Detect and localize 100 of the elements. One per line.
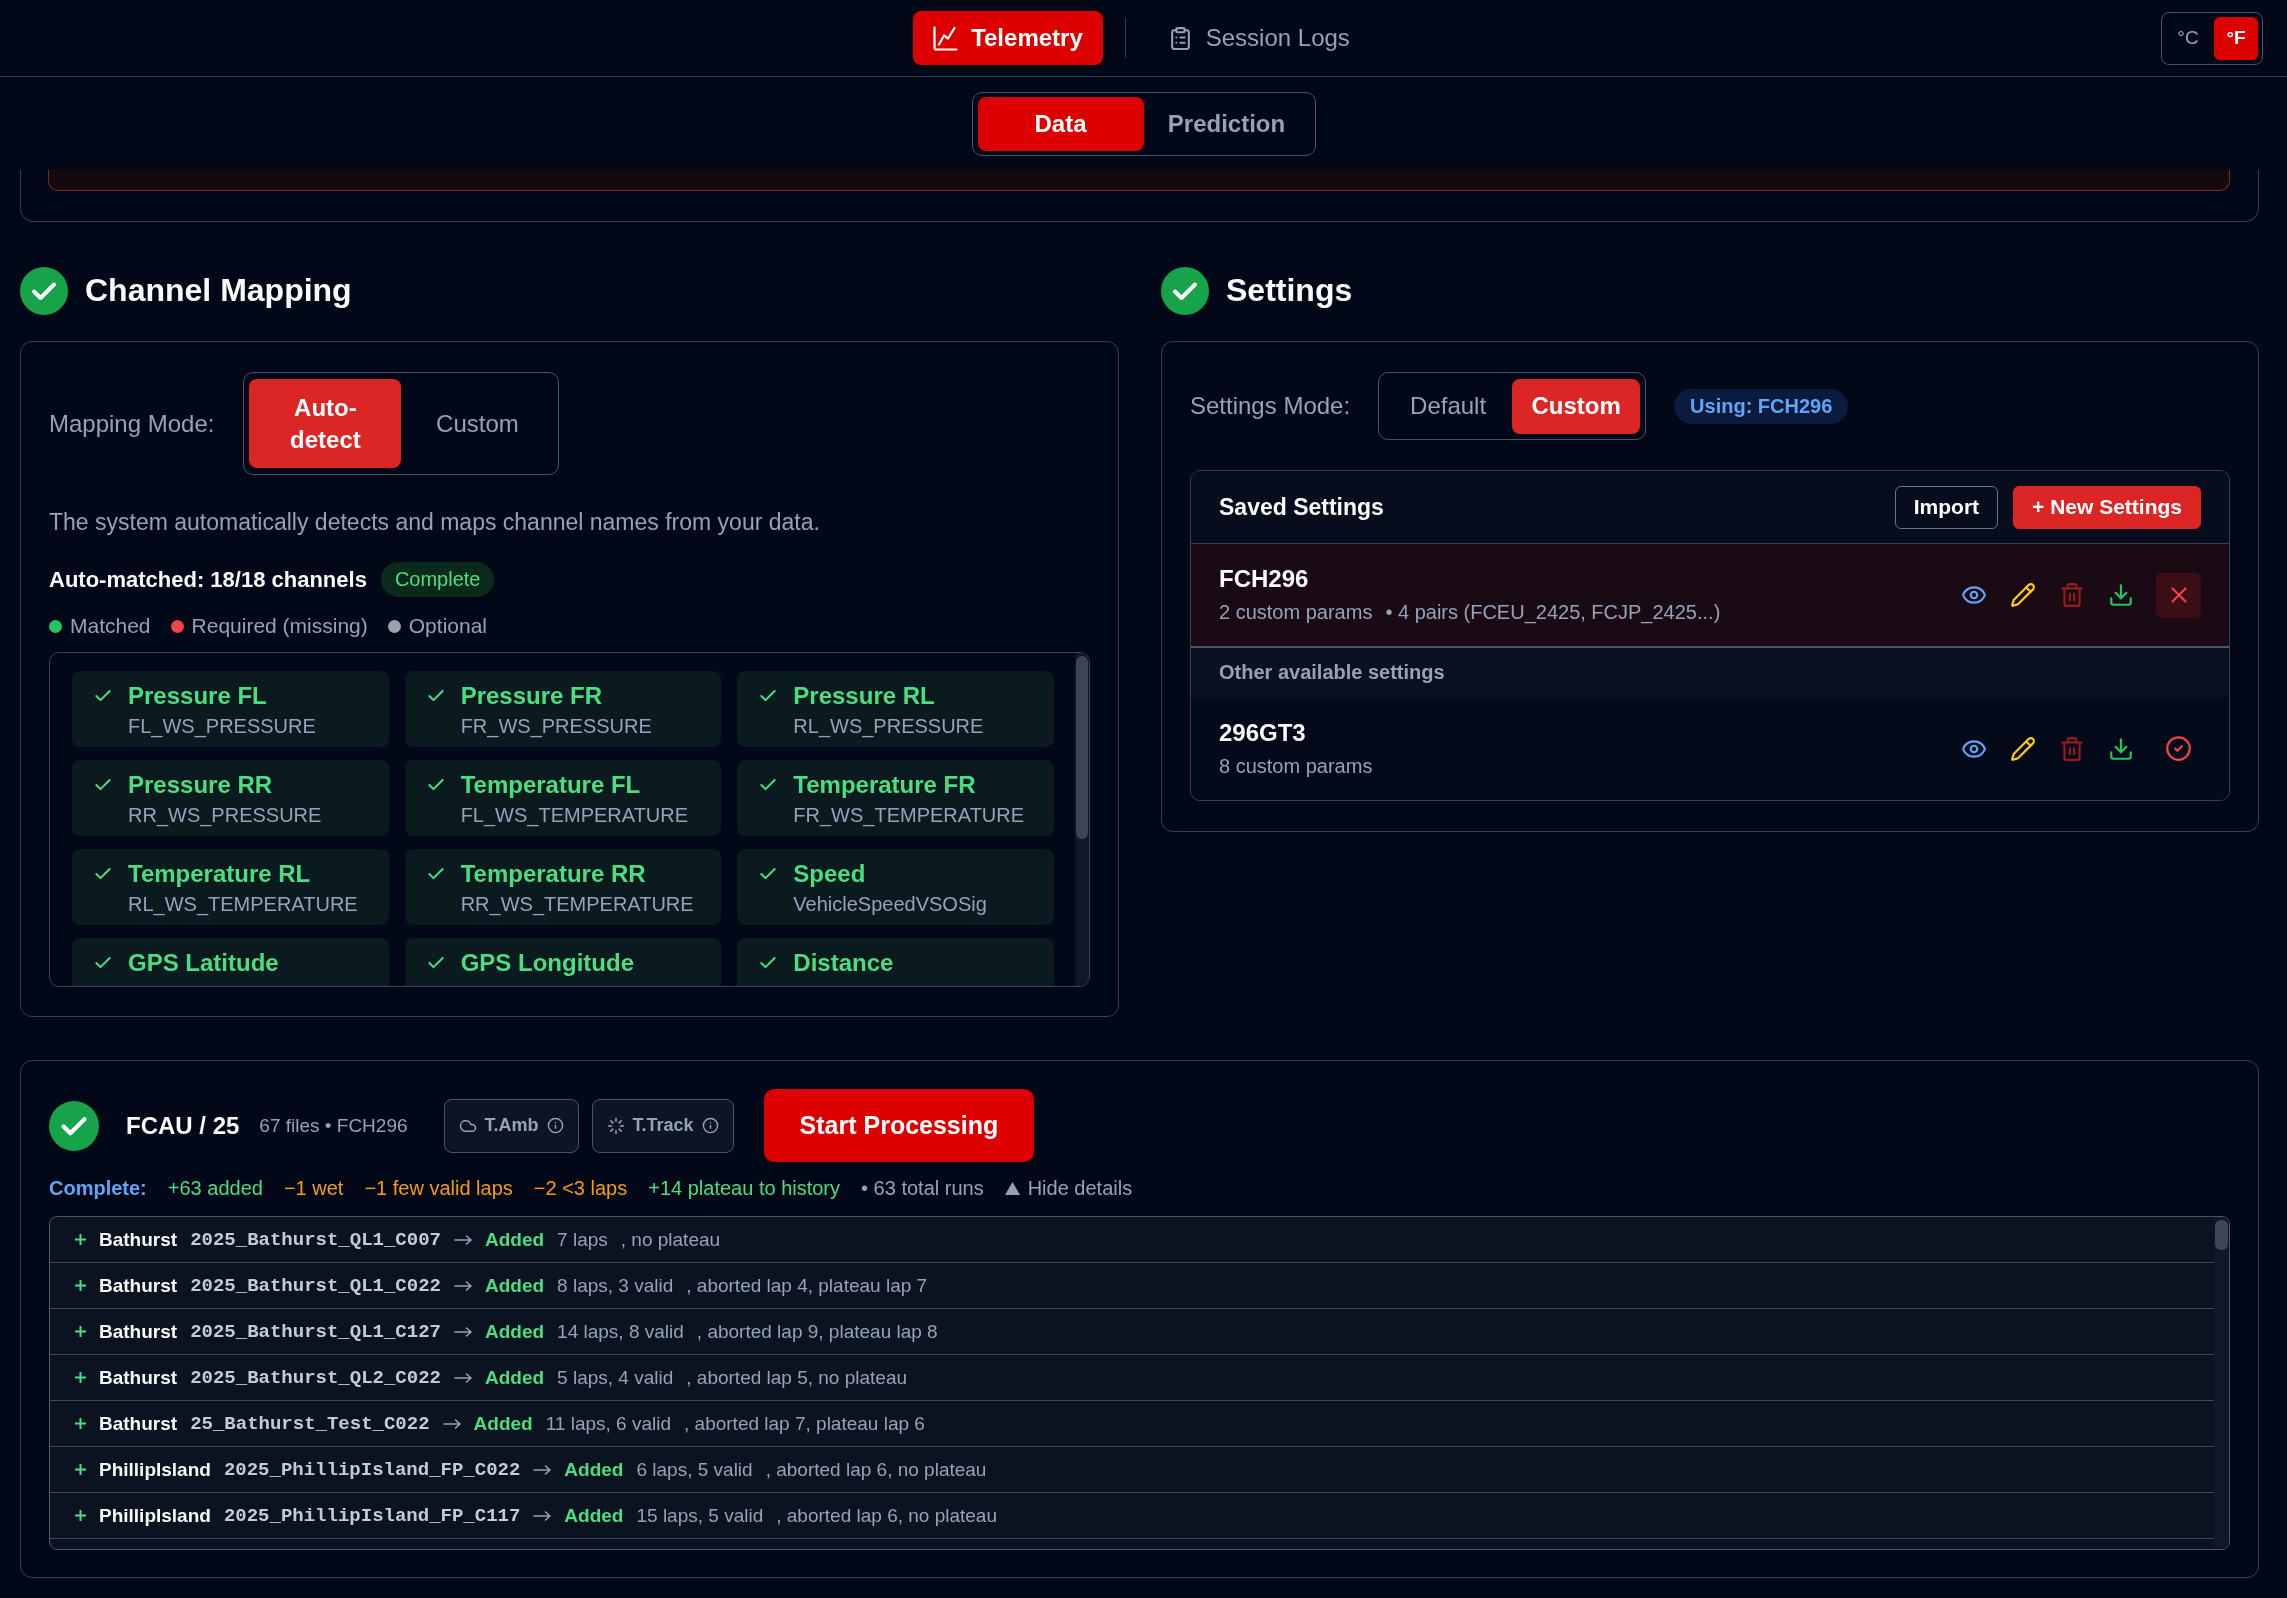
channel-source: FR_WS_PRESSURE bbox=[460, 714, 653, 739]
file-name: 25_Bathurst_Test_C022 bbox=[190, 1412, 430, 1435]
channel-name: Distance bbox=[793, 948, 895, 978]
notes-text: , aborted lap 7, plateau lap 6 bbox=[684, 1412, 925, 1435]
unit-button[interactable]: °F bbox=[2214, 16, 2258, 60]
channel-source: FR_WS_TEMPERATURE bbox=[793, 803, 1026, 828]
status-text: Added bbox=[484, 1320, 545, 1343]
status-badge: Complete bbox=[380, 562, 495, 597]
channel-source: VehicleSpeedVSOSig bbox=[793, 892, 988, 917]
channel-name: Speed bbox=[793, 859, 867, 889]
mode-option[interactable]: Custom bbox=[1512, 378, 1641, 434]
result-stat: −1 few valid laps bbox=[364, 1176, 513, 1200]
channel-source: RR_WS_TEMPERATURE bbox=[460, 892, 695, 917]
notes-text: , aborted lap 6, no plateau bbox=[776, 1504, 997, 1527]
status-label: Complete: bbox=[49, 1176, 147, 1200]
active-settings-badge: Using: FCH296 bbox=[1674, 388, 1849, 424]
import-button[interactable]: Import bbox=[1894, 485, 1999, 529]
view-tab[interactable]: Prediction bbox=[1143, 97, 1310, 151]
arrow-icon bbox=[453, 1372, 472, 1383]
mode-option[interactable]: Default bbox=[1384, 378, 1513, 434]
channel-source: RR_WS_PRESSURE bbox=[128, 803, 323, 828]
track-name: PhillipIsland bbox=[99, 1458, 211, 1481]
view-tab[interactable]: Data bbox=[977, 97, 1144, 151]
section-title: Settings bbox=[1226, 272, 1353, 309]
section-title: Channel Mapping bbox=[85, 272, 352, 309]
download-button[interactable] bbox=[2107, 581, 2134, 609]
plus-icon bbox=[75, 1280, 86, 1291]
arrow-icon bbox=[533, 1510, 552, 1521]
start-button[interactable]: Start Processing bbox=[763, 1089, 1035, 1162]
file-name: 2025_Bathurst_QL2_C022 bbox=[190, 1366, 441, 1389]
plus-icon bbox=[75, 1418, 86, 1429]
download-button[interactable] bbox=[2107, 735, 2134, 762]
mode-option[interactable]: Auto-detect bbox=[249, 379, 402, 468]
file-name: 2025_PhillipIsland_FP_C022 bbox=[223, 1458, 521, 1481]
channel-chip[interactable]: T.Track bbox=[591, 1098, 734, 1153]
notes-text: , no plateau bbox=[620, 1228, 721, 1251]
match-summary: Auto-matched: 18/18 channels bbox=[49, 566, 367, 593]
legend-label: Optional bbox=[408, 614, 487, 638]
field-label: Mapping Mode: bbox=[49, 409, 215, 438]
laps-text: 6 laps, 5 valid bbox=[636, 1458, 753, 1481]
file-name: 2025_Bathurst_QL1_C007 bbox=[190, 1228, 441, 1251]
plus-icon bbox=[75, 1510, 86, 1521]
list-section-label: Other available settings bbox=[1191, 648, 2229, 697]
info-icon bbox=[546, 1117, 564, 1134]
plus-icon bbox=[75, 1326, 86, 1337]
channel-source: RL_WS_PRESSURE bbox=[793, 714, 985, 739]
laps-text: 5 laps, 4 valid bbox=[557, 1366, 674, 1389]
trash-icon bbox=[2058, 582, 2085, 608]
description-text: The system automatically detects and maps channel names from your data. bbox=[49, 508, 821, 537]
mode-option[interactable]: Custom bbox=[401, 379, 554, 468]
channel-chip[interactable]: T.Amb bbox=[443, 1098, 579, 1153]
arrow-icon bbox=[453, 1234, 472, 1245]
pencil-icon bbox=[2009, 735, 2036, 762]
plus-icon bbox=[75, 1372, 86, 1383]
status-text: Added bbox=[484, 1228, 545, 1251]
trash-icon bbox=[2058, 735, 2085, 762]
channel-name: Temperature RR bbox=[460, 859, 647, 889]
channel-source: RL_WS_TEMPERATURE bbox=[128, 892, 359, 917]
field-label: Settings Mode: bbox=[1190, 392, 1351, 420]
scrollbar-thumb[interactable] bbox=[2215, 1220, 2228, 1250]
nav-tab[interactable]: Session Logs bbox=[1147, 11, 1370, 65]
track-name: Bathurst bbox=[99, 1228, 178, 1251]
laps-text: 15 laps, 5 valid bbox=[636, 1504, 764, 1527]
laps-text: 7 laps bbox=[557, 1228, 608, 1251]
channel-source: FL_WS_PRESSURE bbox=[128, 714, 317, 739]
legend-label: Required (missing) bbox=[191, 614, 368, 638]
status-text: Added bbox=[484, 1366, 545, 1389]
notes-text: , aborted lap 6, no plateau bbox=[765, 1458, 987, 1481]
edit-button[interactable] bbox=[2009, 735, 2036, 762]
laps-text: 11 laps, 6 valid bbox=[545, 1412, 672, 1435]
track-name: Bathurst bbox=[99, 1274, 178, 1297]
details-toggle[interactable]: Hide details bbox=[1004, 1176, 1133, 1200]
info-icon bbox=[701, 1117, 719, 1134]
track-name: Bathurst bbox=[99, 1320, 178, 1343]
channel-name: GPS Longitude bbox=[460, 948, 635, 978]
channel-name: Pressure RL bbox=[793, 681, 936, 711]
notes-text: , aborted lap 9, plateau lap 8 bbox=[696, 1320, 938, 1343]
scrollbar-thumb[interactable] bbox=[1076, 656, 1088, 839]
new-settings-button[interactable]: + New Settings bbox=[2013, 485, 2201, 529]
pencil-icon bbox=[2009, 582, 2036, 608]
channel-name: Pressure RR bbox=[128, 770, 274, 800]
laps-text: 8 laps, 3 valid bbox=[557, 1274, 674, 1297]
arrow-icon bbox=[453, 1326, 472, 1337]
chart-icon bbox=[933, 25, 959, 51]
file-name: 2025_PhillipIsland_FP_C117 bbox=[223, 1504, 521, 1527]
panel-title: Saved Settings bbox=[1219, 493, 1384, 521]
channel-name: Temperature FL bbox=[460, 770, 642, 800]
event-title: FCAU / 25 bbox=[126, 1111, 240, 1140]
channel-name: Pressure FR bbox=[460, 681, 604, 711]
edit-button[interactable] bbox=[2009, 581, 2036, 609]
channel-name: GPS Latitude bbox=[128, 948, 280, 978]
status-text: Added bbox=[473, 1412, 533, 1435]
arrow-icon bbox=[442, 1418, 461, 1429]
settings-item[interactable]: FCH296 2 custom params • 4 pairs (FCEU_2425, FCJP_2425...) bbox=[1191, 544, 2229, 648]
loader-icon bbox=[606, 1116, 625, 1135]
channel-name: Temperature FR bbox=[793, 770, 977, 800]
nav-tab[interactable]: Telemetry bbox=[913, 11, 1103, 65]
file-name: 2025_Bathurst_QL1_C127 bbox=[190, 1320, 441, 1343]
remove-button[interactable] bbox=[2156, 572, 2201, 618]
unit-button[interactable]: °C bbox=[2166, 16, 2210, 60]
